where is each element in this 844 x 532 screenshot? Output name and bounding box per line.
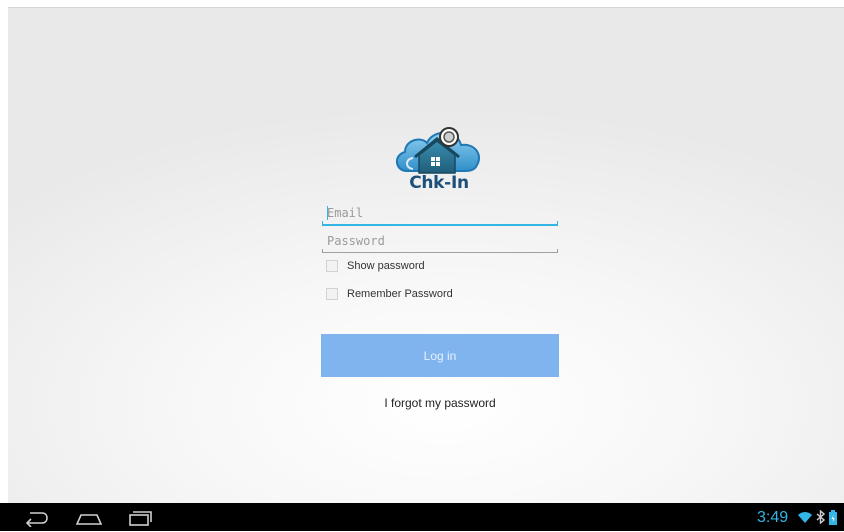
recent-apps-button[interactable] [126, 507, 154, 527]
email-field[interactable] [322, 204, 558, 226]
text-cursor [327, 206, 328, 220]
back-button[interactable] [22, 507, 50, 528]
login-screen: Chk-In Show password Remember Password L… [8, 7, 844, 504]
bluetooth-icon [816, 510, 825, 524]
remember-password-label[interactable]: Remember Password [347, 288, 453, 300]
app-logo-text: Chk-In [409, 173, 469, 193]
forgot-password-link[interactable]: I forgot my password [321, 396, 559, 410]
password-underline-left-tick [322, 249, 323, 253]
show-password-label[interactable]: Show password [347, 260, 425, 272]
wifi-icon [798, 512, 812, 523]
login-button[interactable]: Log in [321, 334, 559, 377]
status-clock: 3:49 [757, 509, 789, 526]
password-underline [322, 252, 558, 253]
home-icon [75, 514, 103, 525]
remember-password-checkbox[interactable] [326, 288, 338, 300]
show-password-row[interactable]: Show password [326, 258, 425, 274]
password-input[interactable] [322, 232, 558, 250]
back-icon [25, 512, 48, 528]
home-button[interactable] [75, 507, 103, 527]
email-input[interactable] [322, 204, 558, 222]
system-navigation-bar: 3:49 [0, 503, 844, 531]
email-underline-right-tick [557, 221, 558, 225]
remember-password-row[interactable]: Remember Password [326, 286, 453, 302]
password-field[interactable] [322, 232, 558, 254]
recent-apps-icon [129, 511, 152, 526]
email-underline [322, 224, 558, 226]
app-logo: Chk-In [391, 121, 487, 197]
password-underline-right-tick [557, 249, 558, 253]
battery-icon [829, 510, 837, 525]
email-underline-left-tick [322, 221, 323, 225]
show-password-checkbox[interactable] [326, 260, 338, 272]
